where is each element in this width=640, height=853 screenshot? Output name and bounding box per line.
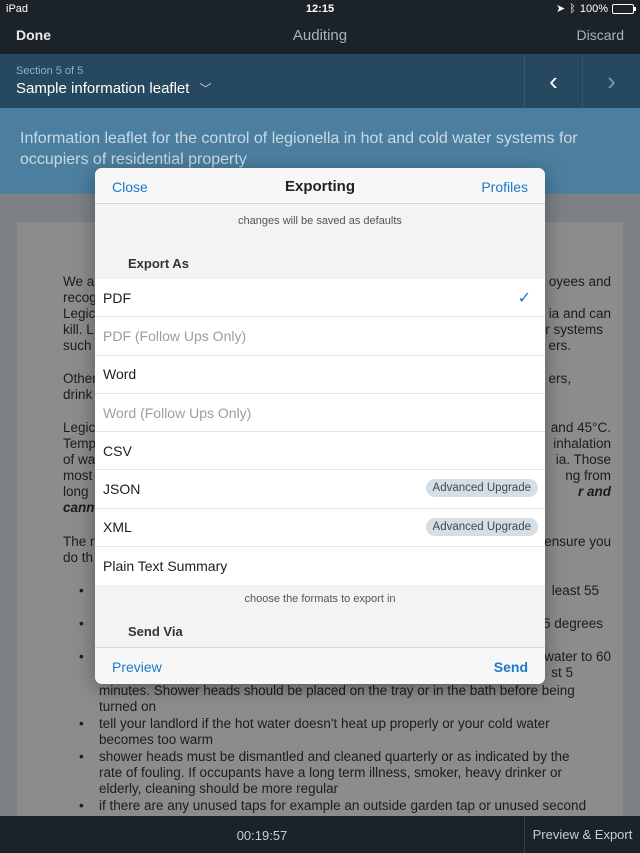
format-label: XML [103, 519, 132, 536]
doc-fragment: inhalation [553, 436, 611, 451]
battery-icon [612, 3, 636, 14]
preview-export-button[interactable]: Preview & Export [524, 816, 640, 853]
doc-bullet: • [79, 749, 84, 764]
doc-fragment: drink [63, 387, 93, 402]
section-header: Section 5 of 5 Sample information leafle… [0, 54, 640, 108]
format-option-xml[interactable]: XML Advanced Upgrade [95, 509, 545, 548]
status-right: ➤ ᛒ 100% [556, 2, 636, 15]
dialog-title: Exporting [285, 178, 355, 195]
doc-fragment: ensure you [544, 534, 611, 549]
doc-fragment: r systems [545, 322, 603, 337]
checkmark-icon: ✓ [517, 290, 531, 307]
format-option-pdf-follow-ups[interactable]: PDF (Follow Ups Only) [95, 317, 545, 356]
section-counter: Section 5 of 5 [16, 65, 84, 77]
defaults-hint: changes will be saved as defaults [238, 215, 402, 227]
doc-line: minutes. Shower heads should be placed o… [99, 683, 575, 698]
doc-fragment: ia. Those [555, 452, 611, 467]
chevron-left-icon: ‹ [549, 65, 558, 96]
doc-line: tell your landlord if the hot water does… [99, 716, 550, 731]
doc-line: elderly, cleaning should be more regular [99, 781, 339, 796]
doc-fragment: st 5 [551, 665, 573, 680]
doc-fragment: ers. [548, 338, 571, 353]
chevron-down-icon: ﹀ [199, 82, 212, 96]
status-bar: iPad 12:15 ➤ ᛒ 100% [0, 0, 640, 18]
doc-bullet: • [79, 798, 84, 813]
discard-button[interactable]: Discard [577, 27, 624, 43]
doc-fragment: Legic [63, 420, 96, 435]
doc-fragment: ers, [548, 371, 571, 386]
profiles-button[interactable]: Profiles [481, 179, 528, 195]
upgrade-badge[interactable]: Advanced Upgrade [425, 517, 538, 536]
doc-fragment: ng from [565, 468, 611, 483]
previous-section-button[interactable]: ‹ [524, 54, 582, 108]
doc-fragment: and 45°C. [550, 420, 611, 435]
format-label: PDF (Follow Ups Only) [103, 327, 247, 344]
doc-fragment: least 55 [551, 583, 599, 598]
chevron-right-icon: › [607, 65, 616, 96]
formats-hint: choose the formats to export in [244, 593, 396, 605]
export-dialog: Close Exporting Profiles changes will be… [95, 168, 545, 684]
doc-fragment: We a [63, 274, 95, 289]
doc-line: turned on [99, 699, 157, 714]
next-section-button[interactable]: › [582, 54, 640, 108]
doc-fragment: The r [63, 534, 95, 549]
location-icon: ➤ [556, 3, 566, 15]
format-label: Word [103, 366, 137, 383]
send-via-label: Send Via [128, 624, 183, 639]
doc-fragment: such [63, 338, 92, 353]
doc-fragment: most [63, 468, 93, 483]
doc-line: becomes too warm [99, 732, 214, 747]
format-option-plain-text[interactable]: Plain Text Summary [95, 547, 545, 585]
format-option-word-follow-ups[interactable]: Word (Follow Ups Only) [95, 394, 545, 433]
doc-line: rate of fouling. If occupants have a lon… [99, 765, 562, 780]
upgrade-badge[interactable]: Advanced Upgrade [425, 479, 538, 498]
nav-title: Auditing [292, 27, 348, 44]
doc-fragment: of wa [63, 452, 96, 467]
doc-fragment: water to 60 [544, 649, 611, 664]
dialog-header: Close Exporting Profiles [95, 168, 545, 204]
send-button[interactable]: Send [494, 659, 528, 675]
format-option-csv[interactable]: CSV [95, 432, 545, 471]
bottom-bar: 00:19:57 Preview & Export [0, 816, 640, 853]
preview-button[interactable]: Preview [112, 659, 162, 675]
doc-fragment: long [63, 484, 89, 499]
doc-bullet: • [79, 649, 84, 664]
doc-fragment: ia and can [548, 306, 611, 321]
export-as-label: Export As [128, 256, 189, 271]
format-label: JSON [103, 481, 141, 498]
format-label: PDF [103, 289, 131, 306]
doc-line: if there are any unused taps for example… [99, 798, 587, 813]
format-label: Plain Text Summary [103, 558, 228, 575]
doc-fragment: do th [63, 550, 94, 565]
section-name: Sample information leaflet [16, 80, 190, 97]
dialog-footer: Preview Send [95, 647, 545, 684]
doc-fragment: cann [63, 500, 95, 515]
format-list: PDF ✓ PDF (Follow Ups Only) Word Word (F… [95, 279, 545, 586]
audit-timer: 00:19:57 [236, 828, 288, 843]
section-selector[interactable]: Sample information leaflet ﹀ [16, 80, 211, 97]
doc-fragment: Temp [63, 436, 97, 451]
doc-fragment: oyees and [548, 274, 611, 289]
format-option-pdf[interactable]: PDF ✓ [95, 279, 545, 318]
doc-fragment: Other [63, 371, 97, 386]
doc-fragment: r and [577, 484, 611, 499]
battery-percent: 100% [579, 2, 608, 15]
format-label: Word (Follow Ups Only) [103, 404, 252, 421]
clock: 12:15 [305, 3, 335, 15]
doc-fragment: 5 degrees [542, 616, 603, 631]
format-label: CSV [103, 442, 132, 459]
format-option-json[interactable]: JSON Advanced Upgrade [95, 470, 545, 509]
doc-bullet: • [79, 716, 84, 731]
doc-bullet: • [79, 616, 84, 631]
doc-fragment: recog [63, 290, 97, 305]
format-option-word[interactable]: Word [95, 356, 545, 394]
doc-bullet: • [79, 583, 84, 598]
bluetooth-icon: ᛒ [569, 2, 576, 15]
heading-text: Information leaflet for the control of l… [20, 130, 578, 168]
doc-fragment: kill. L [63, 322, 94, 337]
doc-line: shower heads must be dismantled and clea… [99, 749, 570, 764]
doc-fragment: Legic [63, 306, 96, 321]
top-nav-bar: Done Auditing Discard [0, 18, 640, 54]
